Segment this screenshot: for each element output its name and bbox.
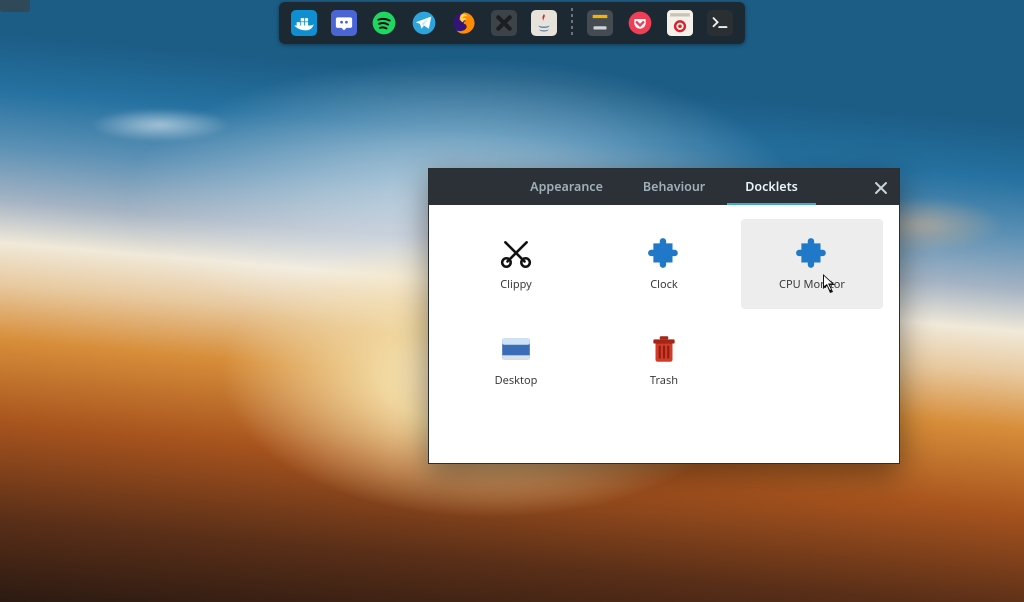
puzzle-icon (795, 237, 829, 271)
dock-item-firefox[interactable] (447, 6, 481, 40)
pocket-icon (627, 10, 653, 36)
tab-appearance[interactable]: Appearance (512, 169, 621, 205)
spotify-icon (371, 10, 397, 36)
tab-behaviour[interactable]: Behaviour (625, 169, 723, 205)
puzzle-icon (647, 237, 681, 271)
java-icon (531, 10, 557, 36)
dock-item-pocket[interactable] (623, 6, 657, 40)
dock-item-telegram[interactable] (407, 6, 441, 40)
close-icon (873, 180, 889, 196)
scissors-icon (499, 237, 533, 271)
docklet-desktop[interactable]: Desktop (445, 315, 587, 405)
plank-preferences-window: Appearance Behaviour Docklets Clippy (428, 168, 900, 464)
trash-icon (647, 333, 681, 367)
docklet-cpu-monitor[interactable]: CPU Monitor (741, 219, 883, 309)
docklet-label: CPU Monitor (779, 277, 845, 292)
top-dock (279, 2, 745, 44)
discord-icon (331, 10, 357, 36)
dock-item-java[interactable] (527, 6, 561, 40)
decoration-cloud (60, 100, 260, 150)
docker-icon (291, 10, 317, 36)
tab-docklets[interactable]: Docklets (727, 169, 816, 205)
docklet-label: Clippy (500, 277, 532, 292)
terminal-icon (707, 10, 733, 36)
dock-item-discord[interactable] (327, 6, 361, 40)
desktop: Appearance Behaviour Docklets Clippy (0, 0, 1024, 602)
docklet-label: Clock (650, 277, 678, 292)
docklet-trash[interactable]: Trash (593, 315, 735, 405)
dock-item-close[interactable] (487, 6, 521, 40)
minimize-icon (587, 10, 613, 36)
docklet-clippy[interactable]: Clippy (445, 219, 587, 309)
dock-item-docker[interactable] (287, 6, 321, 40)
dock-item-viewer[interactable] (663, 6, 697, 40)
docklet-label: Trash (650, 373, 678, 388)
window-titlebar[interactable]: Appearance Behaviour Docklets (429, 169, 899, 205)
desktop-icon (499, 333, 533, 367)
docklet-label: Desktop (495, 373, 538, 388)
tab-bar: Appearance Behaviour Docklets (429, 169, 899, 205)
docklet-clock[interactable]: Clock (593, 219, 735, 309)
window-close-button[interactable] (873, 179, 889, 195)
eye-icon (667, 10, 693, 36)
dock-item-terminal[interactable] (703, 6, 737, 40)
docklets-grid: Clippy Clock CPU Monitor D (429, 205, 899, 419)
dock-separator (571, 8, 573, 38)
dock-item-minimize[interactable] (583, 6, 617, 40)
dock-item-spotify[interactable] (367, 6, 401, 40)
firefox-icon (451, 10, 477, 36)
hint-chip (0, 0, 30, 12)
telegram-icon (411, 10, 437, 36)
close-app-icon (491, 10, 517, 36)
